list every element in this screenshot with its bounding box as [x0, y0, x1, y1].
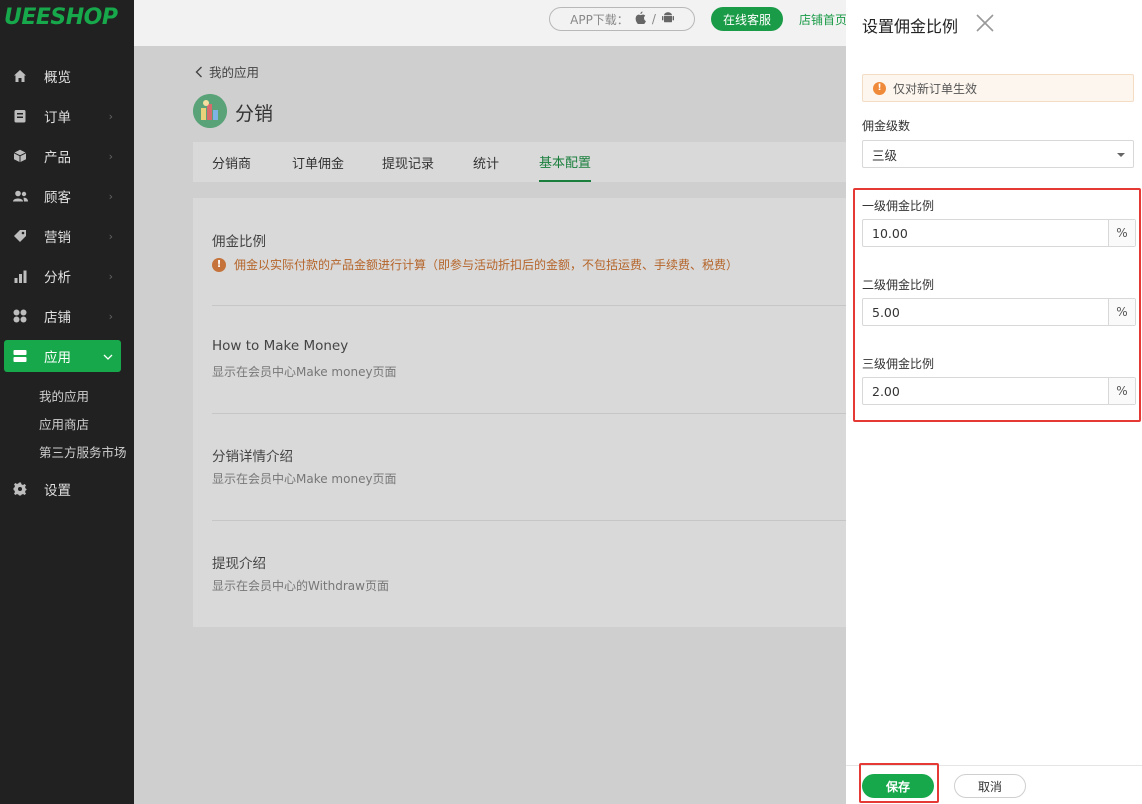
sidebar-item-label: 设置 [44, 483, 71, 499]
close-icon[interactable] [974, 12, 996, 34]
sidebar-item-label: 概览 [44, 70, 71, 86]
warning-icon: ! [873, 81, 886, 95]
shop-home-link[interactable]: 店铺首页 [799, 11, 847, 28]
grid-icon [6, 309, 34, 323]
rate-label-level3: 三级佣金比例 [862, 357, 935, 371]
chart-icon [6, 270, 34, 283]
section-title-withdraw[interactable]: 提现介绍 [212, 552, 266, 572]
chevron-right-icon: › [108, 109, 113, 123]
commission-warning-text: 佣金以实际付款的产品金额进行计算（即参与活动折扣后的金额，不包括运费、手续费、税… [234, 258, 739, 272]
sidebar-item-analytics[interactable]: 分析 › [4, 260, 121, 292]
sidebar-item-shop[interactable]: 店铺 › [4, 300, 121, 332]
tab-basic-config[interactable]: 基本配置 [539, 142, 592, 182]
sidebar-item-label: 订单 [44, 110, 71, 126]
sidebar-item-label: 顾客 [44, 190, 71, 206]
order-icon [6, 109, 34, 123]
caret-down-icon [1117, 153, 1125, 157]
rate-input-level1: % [862, 219, 1136, 247]
level-select-value: 三级 [872, 147, 898, 163]
tab-distributors[interactable]: 分销商 [212, 142, 251, 182]
sidebar-item-products[interactable]: 产品 › [4, 140, 121, 172]
sidebar-item-label: 应用 [44, 350, 71, 366]
chevron-down-icon [103, 350, 113, 363]
slash-divider: / [651, 12, 656, 26]
section-desc: 显示在会员中心Make money页面 [212, 365, 397, 379]
section-desc: 显示在会员中心Make money页面 [212, 472, 397, 486]
sidebar-item-label: 产品 [44, 150, 71, 166]
commission-warning: ! 佣金以实际付款的产品金额进行计算（即参与活动折扣后的金额，不包括运费、手续费… [212, 256, 738, 273]
app-download-label: APP下载： [570, 12, 629, 27]
percent-suffix: % [1108, 220, 1135, 246]
sidebar: UEESHOP 概览 订单 › 产品 › 顾客 › 营销 › 分析 › 店铺 ›… [0, 0, 134, 804]
sidebar-subitem-my-apps[interactable]: 我的应用 [39, 386, 89, 405]
notice-text: 仅对新订单生效 [893, 81, 978, 96]
section-desc: 显示在会员中心的Withdraw页面 [212, 579, 389, 593]
sidebar-item-label: 营销 [44, 230, 71, 246]
percent-suffix: % [1108, 378, 1135, 404]
level-label: 佣金级数 [862, 119, 911, 133]
sidebar-item-customers[interactable]: 顾客 › [4, 180, 121, 212]
rate-input-level2: % [862, 298, 1136, 326]
box-icon [6, 149, 34, 163]
chevron-right-icon: › [108, 149, 113, 163]
rate-input-level2-field[interactable] [863, 299, 1108, 325]
sidebar-item-label: 店铺 [44, 310, 71, 326]
rate-label-level2: 二级佣金比例 [862, 278, 935, 292]
sidebar-subitem-app-store[interactable]: 应用商店 [39, 414, 89, 433]
sidebar-item-orders[interactable]: 订单 › [4, 100, 121, 132]
app-download[interactable]: APP下载： / [549, 7, 695, 31]
divider [212, 413, 846, 414]
chevron-right-icon: › [108, 229, 113, 243]
chevron-right-icon: › [108, 309, 113, 323]
divider [212, 520, 846, 521]
chevron-left-icon [195, 66, 202, 77]
apple-icon[interactable] [635, 11, 646, 27]
sidebar-item-settings[interactable]: 设置 [4, 473, 121, 505]
rate-input-level1-field[interactable] [863, 220, 1108, 246]
chevron-right-icon: › [108, 189, 113, 203]
tab-statistics[interactable]: 统计 [473, 142, 499, 182]
tab-bar [193, 142, 846, 182]
gear-icon [6, 482, 34, 496]
warning-icon: ! [212, 257, 226, 272]
cancel-button[interactable]: 取消 [954, 774, 1026, 798]
android-icon[interactable] [661, 11, 674, 27]
tab-withdraw-records[interactable]: 提现记录 [382, 142, 434, 182]
sidebar-subitem-third-party[interactable]: 第三方服务市场 [39, 442, 127, 461]
drawer-title: 设置佣金比例 [862, 17, 959, 36]
sidebar-item-apps[interactable]: 应用 [4, 340, 121, 372]
page-title: 分销 [235, 103, 274, 125]
level-select[interactable]: 三级 [862, 140, 1134, 168]
section-title-commission: 佣金比例 [212, 234, 266, 250]
percent-suffix: % [1108, 299, 1135, 325]
distribution-app-icon [193, 94, 227, 128]
notice-banner: ! 仅对新订单生效 [862, 74, 1134, 102]
online-service-button[interactable]: 在线客服 [711, 7, 783, 31]
chevron-right-icon: › [108, 269, 113, 283]
section-title-distribution-detail[interactable]: 分销详情介绍 [212, 445, 293, 465]
users-icon [6, 190, 34, 202]
divider [212, 305, 846, 306]
tab-order-commission[interactable]: 订单佣金 [292, 142, 344, 182]
back-link-label: 我的应用 [209, 65, 260, 80]
sidebar-item-label: 分析 [44, 270, 71, 286]
sidebar-item-marketing[interactable]: 营销 › [4, 220, 121, 252]
home-icon [6, 69, 34, 83]
rate-label-level1: 一级佣金比例 [862, 199, 935, 213]
back-link[interactable]: 我的应用 [195, 62, 259, 81]
sidebar-item-overview[interactable]: 概览 [4, 60, 121, 92]
save-button[interactable]: 保存 [862, 774, 934, 798]
rate-input-level3-field[interactable] [863, 378, 1108, 404]
rate-input-level3: % [862, 377, 1136, 405]
brand-logo[interactable]: UEESHOP [4, 5, 118, 30]
tag-icon [6, 229, 34, 243]
app-icon [6, 349, 34, 363]
section-title-make-money[interactable]: How to Make Money [212, 338, 348, 354]
